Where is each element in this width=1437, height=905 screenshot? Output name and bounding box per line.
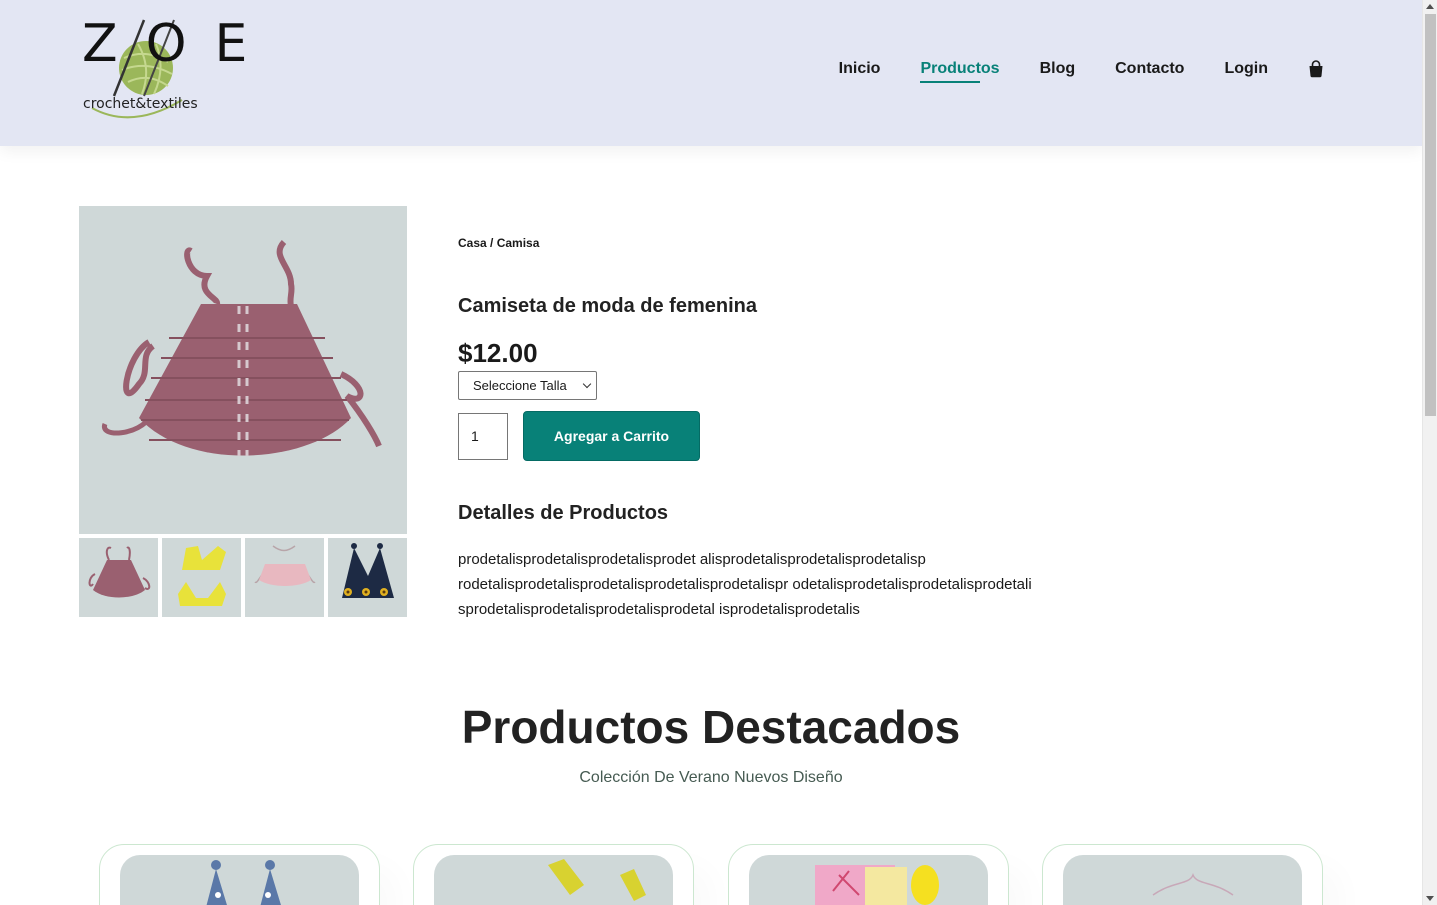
nav-inicio[interactable]: Inicio [839,60,881,78]
thumbnail-yellow-set[interactable] [162,538,241,617]
product-card-image [120,855,359,905]
product-title: Camiseta de moda de femenina [458,295,757,317]
featured-title: Productos Destacados [461,701,961,753]
details-text: prodetalisprodetalisprodetalisprodet ali… [458,551,1032,618]
product-card[interactable] [99,844,380,905]
logo-main-text: ZOE [82,14,276,74]
thumbnail-light-pink-top[interactable] [245,538,324,617]
main-nav: Inicio Productos Blog Contacto Login [799,60,1324,83]
product-thumbnails [79,538,407,617]
shopping-bag-icon[interactable] [1308,60,1324,78]
breadcrumb[interactable]: Casa / Camisa [458,236,1098,250]
featured-subtitle: Colección De Verano Nuevos Diseño [579,769,843,786]
details-heading: Detalles de Productos [458,502,669,524]
nav-productos[interactable]: Productos [920,60,1000,83]
featured-products-list [99,844,1323,905]
size-select[interactable]: Seleccione Talla [458,371,597,400]
product-price: $12.00 [458,338,538,368]
product-main-image [79,206,407,534]
product-card[interactable] [727,844,1009,905]
quantity-input[interactable]: 1 [458,412,508,460]
product-card[interactable] [1041,844,1323,905]
scroll-up-arrow-icon[interactable] [1426,4,1434,9]
add-to-cart-button[interactable]: Agregar a Carrito [523,411,700,461]
product-card[interactable] [413,844,695,905]
nav-contacto[interactable]: Contacto [1115,60,1184,78]
buy-row: 1 Agregar a Carrito [458,411,1098,461]
nav-blog[interactable]: Blog [1040,60,1076,78]
chevron-down-icon [582,379,592,389]
thumbnail-pink-top[interactable] [79,538,158,617]
thumbnail-navy-sunflower-top[interactable] [328,538,407,617]
product-details: Casa / Camisa Camiseta de moda de femeni… [458,236,1098,622]
page-scrollbar[interactable] [1422,0,1437,905]
product-card-image [748,855,988,905]
scroll-down-arrow-icon[interactable] [1426,896,1434,901]
logo-sub-text: crochet&textiles [83,96,198,112]
product-card-image [1062,855,1302,905]
product-card-image [434,855,674,905]
site-header: ZOE crochet&textiles Inicio Productos Bl… [0,0,1422,146]
logo[interactable]: ZOE crochet&textiles [82,14,247,126]
nav-login[interactable]: Login [1224,60,1268,78]
scroll-thumb[interactable] [1425,14,1436,416]
size-select-value: Seleccione Talla [473,378,567,393]
